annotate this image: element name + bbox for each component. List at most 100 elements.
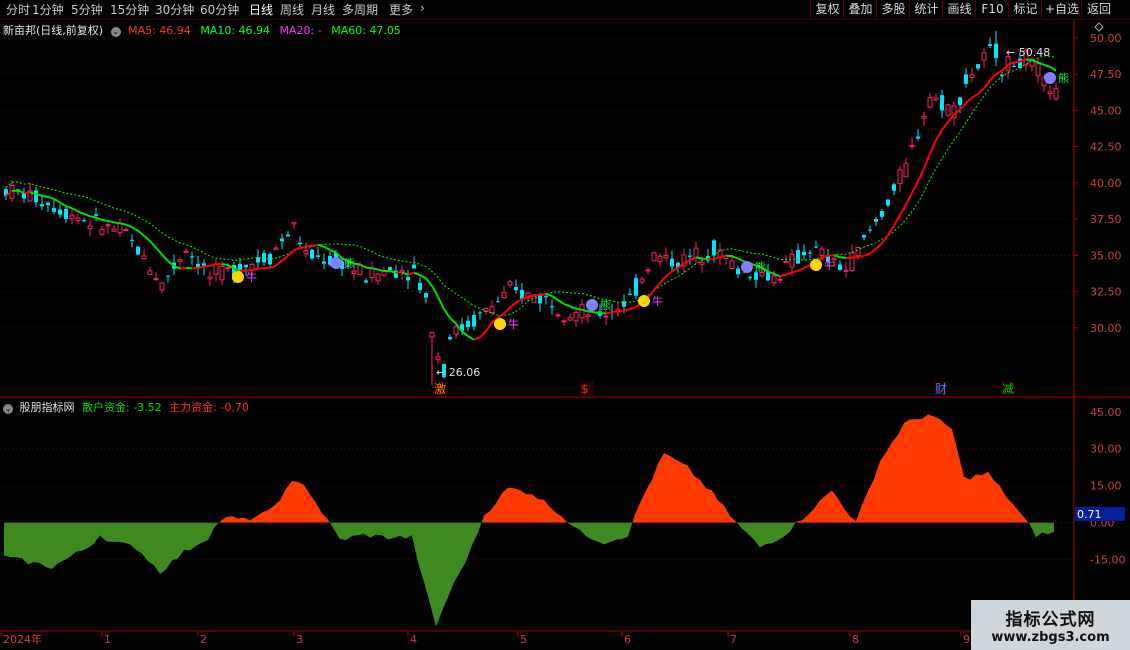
ma10-segment [425,277,433,287]
toolbar-button-8[interactable]: 返回 [1081,0,1116,18]
indicator-area-segment [298,481,304,523]
indicator-area-segment [28,522,34,565]
toolbar-button-1[interactable]: 叠加 [843,0,877,18]
ma10-segment [881,234,889,244]
toolbar-button-2[interactable]: 多股 [876,0,910,18]
indicator-area-segment [430,522,436,627]
candle-body [699,261,705,265]
candle-body [628,293,632,295]
ma10-segment [875,242,883,250]
period-tab-8[interactable]: 月线 [311,1,335,18]
toolbar-button-0[interactable]: 复权 [810,0,844,18]
candle-body [550,306,554,308]
ma10-segment [503,306,511,315]
period-tab-2[interactable]: 5分钟 [71,1,103,18]
toolbar-button-7[interactable]: +自选 [1041,0,1082,18]
period-tab-5[interactable]: 60分钟 [200,1,239,18]
candle-body [945,104,951,116]
candle-body [99,228,105,235]
period-tab-7[interactable]: 周线 [280,1,304,18]
candle-body [921,115,927,119]
ma10-segment [311,243,319,247]
toolbar-button-6[interactable]: 标记 [1008,0,1042,18]
indicator-area-segment [442,522,448,612]
indicator-area-segment [256,512,262,523]
indicator-area-segment [670,455,676,523]
stock-chart[interactable]: 50.00 47.50 45.00 42.50 40.00 37.50 35.00 32.50… [0,19,1130,650]
indicator-area-segment [316,502,322,523]
ma10-segment [893,214,901,226]
indicator-area-segment [760,522,766,548]
period-tab-6[interactable]: 日线 [249,1,273,18]
candle-body [369,268,375,278]
indicator-area-segment [178,522,184,559]
diamond-icon [1094,22,1104,32]
ma10-segment [323,245,331,251]
indicator-area-segment [40,522,46,568]
candle-body [892,184,896,191]
candle-body [645,269,651,272]
indicator-area-segment [712,490,718,523]
toolbar-button-4[interactable]: 画线 [942,0,976,18]
event-marker: 减 [1002,382,1014,396]
time-label: 4 [410,633,417,646]
indicator-area-segment [766,522,772,545]
ma10-segment [539,293,547,296]
ma10-segment [935,129,943,141]
indicator-area-segment [1042,522,1048,535]
indicator-area-segment [676,459,682,523]
candle-body [783,260,789,263]
indicator-area-segment [664,453,670,523]
watermark: 指标公式网 www.zbgs3.com [971,600,1130,650]
signal-face-icon [586,299,598,311]
candle-body [573,311,579,322]
ma10-segment [1049,65,1057,72]
indicator-area-segment [814,500,820,523]
candle-body [412,264,416,269]
price-tick-label: 50.00 [1090,32,1122,45]
candle-body [357,264,363,276]
candle-body [478,312,482,314]
candle-body [52,208,56,212]
period-tab-10[interactable]: 更多 [389,1,413,18]
candle-body [286,234,290,237]
indicator-area-segment [346,522,352,541]
indicator-area-segment [580,522,586,537]
candle-body [87,225,93,230]
ma10-segment [839,256,847,259]
period-tab-4[interactable]: 30分钟 [155,1,194,18]
ma10-segment [941,121,949,131]
period-tab-0[interactable]: 分时 [6,1,30,18]
ma10-segment [989,73,997,81]
period-tab-9[interactable]: 多周期 [342,1,378,18]
toolbar-button-5[interactable]: F10 [975,0,1009,18]
toolbar-button-3[interactable]: 统计 [909,0,943,18]
ma10-segment [41,194,49,198]
indicator-area-segment [856,504,862,523]
candle-body [561,320,567,323]
indicator-area-segment [508,487,514,523]
ma10-segment [119,222,127,226]
indicator-area-segment [340,522,346,541]
time-label: 1 [104,633,111,646]
signal-label: 熊 [755,260,766,274]
ma10-segment [785,271,793,276]
ma10-segment [287,249,295,257]
price-tick-label: 32.50 [1090,286,1122,299]
ma10-segment [101,218,109,223]
indicator-area-segment [526,494,532,523]
indicator-area-segment [4,522,10,558]
indicator-area-segment [502,487,508,523]
more-arrow-icon[interactable]: › [420,1,425,15]
indicator-area-segment [898,422,904,523]
period-tab-1[interactable]: 1分钟 [32,1,64,18]
indicator-tick-label: 30.00 [1090,443,1122,456]
candle-body [940,95,944,111]
ma10-segment [83,212,91,218]
indicator-area-segment [634,502,640,523]
candle-body [310,249,314,259]
period-tab-3[interactable]: 15分钟 [110,1,149,18]
indicator-area-segment [286,480,292,523]
indicator-area-segment [1024,517,1030,525]
candle-body [969,74,975,78]
